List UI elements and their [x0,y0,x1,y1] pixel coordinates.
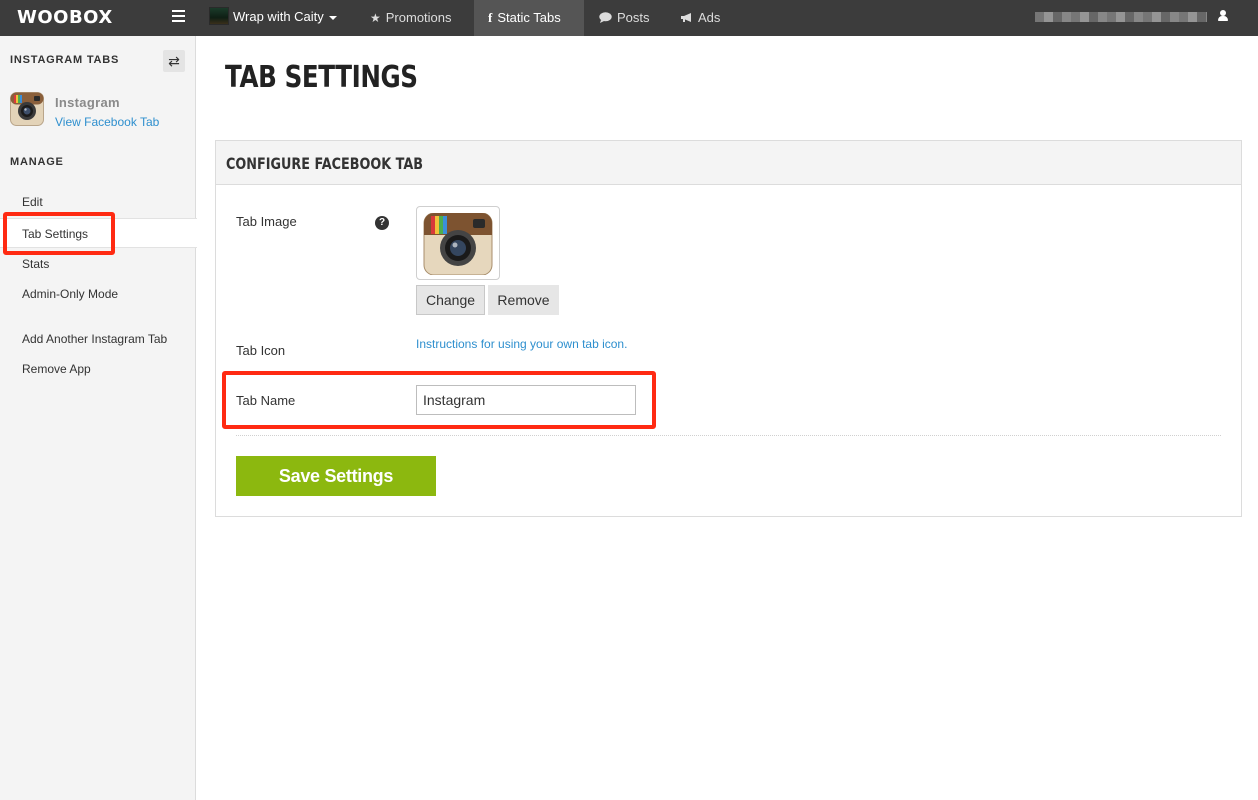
facebook-icon: f [488,10,493,25]
nav-posts[interactable]: Posts [585,0,664,36]
top-navbar: WOOBOX Wrap with Caity ★ Promotions f Stat… [0,0,1258,36]
instagram-app-icon [10,92,44,126]
caret-down-icon [328,15,337,20]
user-icon[interactable] [1218,10,1228,22]
tab-image-label: Tab Image [236,214,297,229]
tab-name-label: Tab Name [236,393,296,408]
tab-name-input[interactable] [416,385,636,415]
sidebar-item-add-another-tab[interactable]: Add Another Instagram Tab [0,324,196,354]
menu-icon[interactable] [172,10,186,22]
woobox-logo[interactable]: WOOBOX [17,7,113,28]
remove-image-button[interactable]: Remove [488,285,559,315]
tab-icon-label: Tab Icon [236,343,286,358]
page-selector[interactable]: Wrap with Caity [233,9,337,24]
speech-bubble-icon [599,0,612,36]
tab-image-preview [416,206,500,280]
instagram-logo-image [423,212,493,276]
sidebar-item-remove-app[interactable]: Remove App [0,354,196,384]
nav-promotions[interactable]: ★ Promotions [356,0,466,36]
sidebar-item-admin-only-mode[interactable]: Admin-Only Mode [0,279,196,309]
megaphone-icon [680,0,693,36]
panel-title: CONFIGURE FACEBOOK TAB [226,154,424,173]
change-image-button[interactable]: Change [416,285,485,315]
star-icon: ★ [370,11,381,25]
app-name: Instagram [55,95,120,110]
save-settings-button[interactable]: Save Settings [236,456,436,496]
page-thumbnail[interactable] [209,7,229,25]
manage-heading: MANAGE [10,156,64,168]
user-name-redacted[interactable] [1035,12,1207,22]
nav-static-tabs[interactable]: f Static Tabs [474,0,584,36]
nav-ads[interactable]: Ads [666,0,734,36]
view-facebook-tab-link[interactable]: View Facebook Tab [55,115,159,129]
switch-icon[interactable]: ⇄ [163,50,185,72]
tab-icon-instructions-link[interactable]: Instructions for using your own tab icon… [416,337,627,351]
panel-header: CONFIGURE FACEBOOK TAB [216,141,1241,185]
page-title: TAB SETTINGS [225,60,418,95]
sidebar: INSTAGRAM TABS ⇄ Instagram View Facebook… [0,36,197,800]
sidebar-heading: INSTAGRAM TABS [10,54,120,66]
page-selector-label: Wrap with Caity [233,9,324,24]
divider [236,435,1221,436]
nav-static-tabs-label: Static Tabs [497,10,561,25]
sidebar-item-stats[interactable]: Stats [0,249,196,279]
help-icon[interactable]: ? [375,216,389,230]
sidebar-item-tab-settings[interactable]: Tab Settings [0,218,197,248]
nav-ads-label: Ads [698,10,721,25]
sidebar-item-edit[interactable]: Edit [0,187,196,217]
nav-posts-label: Posts [617,10,650,25]
nav-promotions-label: Promotions [385,10,452,25]
